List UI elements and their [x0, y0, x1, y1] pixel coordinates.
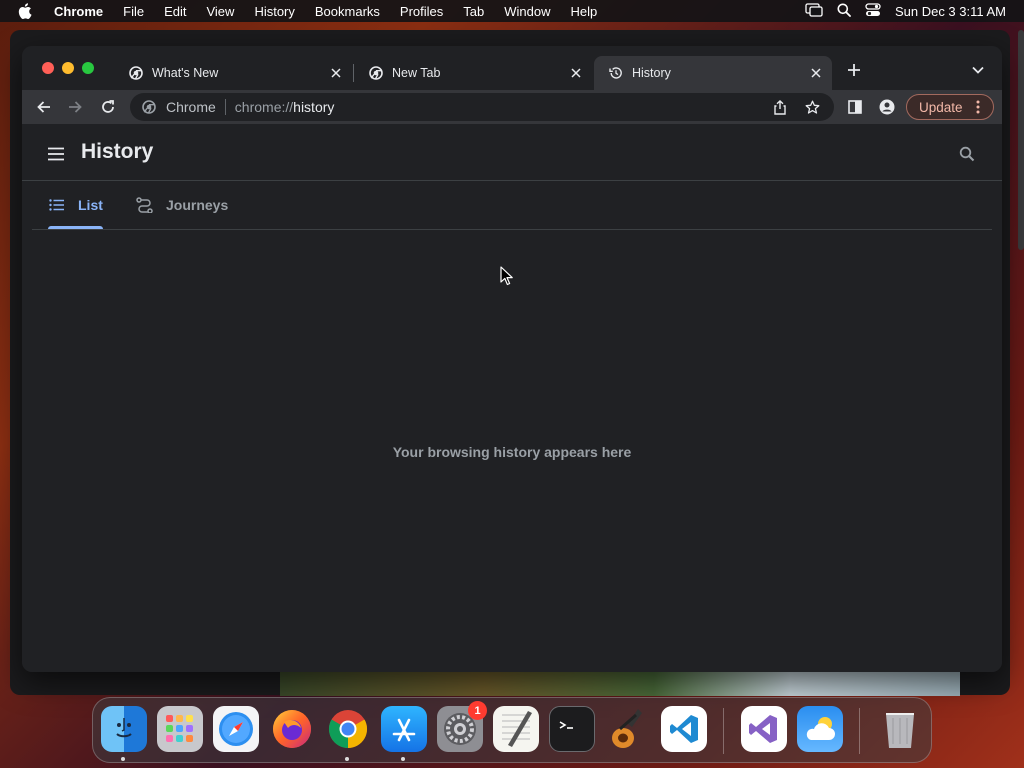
- background-scrollbar: [1018, 30, 1024, 250]
- menu-profiles[interactable]: Profiles: [400, 4, 443, 19]
- menu-bar: Chrome File Edit View History Bookmarks …: [0, 0, 1024, 22]
- page-title: History: [81, 140, 154, 163]
- address-bar[interactable]: Chrome chrome://history: [130, 93, 834, 121]
- launchpad-icon[interactable]: [157, 706, 203, 752]
- dock: [92, 697, 932, 763]
- reload-icon[interactable]: [98, 97, 118, 117]
- list-icon: [48, 196, 66, 214]
- menu-tab[interactable]: Tab: [463, 4, 484, 19]
- site-name-chip: Chrome: [166, 99, 216, 115]
- tab-new-tab[interactable]: New Tab: [354, 56, 592, 90]
- share-icon[interactable]: [772, 99, 788, 115]
- vscode-icon[interactable]: [661, 706, 707, 752]
- update-button[interactable]: Update: [906, 94, 994, 120]
- tab-journeys[interactable]: Journeys: [136, 181, 228, 229]
- chrome-icon: [368, 65, 384, 81]
- chrome-app-icon[interactable]: [325, 706, 371, 752]
- dock-separator: [723, 708, 724, 754]
- history-page: History List Journeys Your browsing hist…: [22, 124, 1002, 672]
- update-label: Update: [919, 99, 963, 115]
- tab-whats-new[interactable]: What's New: [114, 56, 352, 90]
- menu-view[interactable]: View: [206, 4, 234, 19]
- menubar-clock[interactable]: Sun Dec 3 3:11 AM: [895, 4, 1006, 19]
- journeys-icon: [136, 196, 154, 214]
- more-vert-icon[interactable]: [971, 100, 985, 114]
- menu-edit[interactable]: Edit: [164, 4, 186, 19]
- apple-icon[interactable]: [18, 3, 36, 19]
- tab-search-chevron-icon[interactable]: [970, 62, 986, 78]
- screen-mirroring-icon[interactable]: [805, 2, 823, 20]
- trash-icon[interactable]: [877, 706, 923, 752]
- background-window-strip: [280, 672, 960, 696]
- menu-bookmarks[interactable]: Bookmarks: [315, 4, 380, 19]
- tab-strip: What's New New Tab History: [22, 46, 1002, 90]
- app-store-icon[interactable]: [381, 706, 427, 752]
- back-arrow-icon[interactable]: [34, 97, 54, 117]
- tab-title: New Tab: [392, 66, 441, 80]
- chrome-site-icon[interactable]: [142, 99, 158, 115]
- running-indicator: [401, 757, 405, 761]
- firefox-icon[interactable]: [269, 706, 315, 752]
- omnibox-divider: [224, 99, 226, 115]
- page-header: History: [22, 124, 1002, 181]
- garageband-icon[interactable]: [605, 706, 651, 752]
- browser-toolbar: Chrome chrome://history Update: [22, 90, 1002, 124]
- menu-history[interactable]: History: [254, 4, 294, 19]
- notification-badge: 1: [468, 701, 487, 720]
- close-tab-icon[interactable]: [328, 65, 344, 81]
- finder-icon[interactable]: [101, 706, 147, 752]
- safari-icon[interactable]: [213, 706, 259, 752]
- tab-title: History: [632, 66, 671, 80]
- zoom-window-button[interactable]: [82, 62, 94, 74]
- dock-separator: [859, 708, 860, 754]
- terminal-icon[interactable]: [549, 706, 595, 752]
- minimize-window-button[interactable]: [62, 62, 74, 74]
- close-tab-icon[interactable]: [808, 65, 824, 81]
- weather-icon[interactable]: [797, 706, 843, 752]
- spotlight-search-icon[interactable]: [837, 3, 851, 20]
- forward-arrow-icon[interactable]: [65, 97, 85, 117]
- running-indicator: [121, 757, 125, 761]
- active-tab-indicator: [48, 226, 103, 229]
- tab-list[interactable]: List: [48, 181, 103, 229]
- search-icon[interactable]: [957, 144, 977, 164]
- side-panel-icon[interactable]: [845, 97, 865, 117]
- history-tabs: List Journeys: [32, 181, 992, 230]
- textedit-icon[interactable]: [493, 706, 539, 752]
- chrome-window: What's New New Tab History Chrome chrome…: [22, 46, 1002, 672]
- profile-avatar-icon[interactable]: [877, 97, 897, 117]
- menu-window[interactable]: Window: [504, 4, 550, 19]
- visual-studio-icon[interactable]: [741, 706, 787, 752]
- hamburger-menu-icon[interactable]: [46, 144, 66, 164]
- empty-history-message: Your browsing history appears here: [392, 444, 632, 460]
- url-path: history: [293, 99, 335, 115]
- new-tab-plus-icon[interactable]: [844, 60, 864, 80]
- chrome-icon: [128, 65, 144, 81]
- bookmark-star-icon[interactable]: [804, 99, 820, 115]
- menu-help[interactable]: Help: [571, 4, 598, 19]
- menu-file[interactable]: File: [123, 4, 144, 19]
- tab-title: What's New: [152, 66, 219, 80]
- menu-app-name[interactable]: Chrome: [54, 4, 103, 19]
- history-icon: [608, 65, 624, 81]
- close-window-button[interactable]: [42, 62, 54, 74]
- control-center-icon[interactable]: [865, 2, 881, 20]
- url-scheme: chrome://: [234, 99, 294, 115]
- tab-journeys-label: Journeys: [166, 197, 229, 213]
- running-indicator: [345, 757, 349, 761]
- close-tab-icon[interactable]: [568, 65, 584, 81]
- tab-list-label: List: [78, 197, 103, 213]
- mouse-cursor-icon: [500, 266, 513, 286]
- tab-history[interactable]: History: [594, 56, 832, 90]
